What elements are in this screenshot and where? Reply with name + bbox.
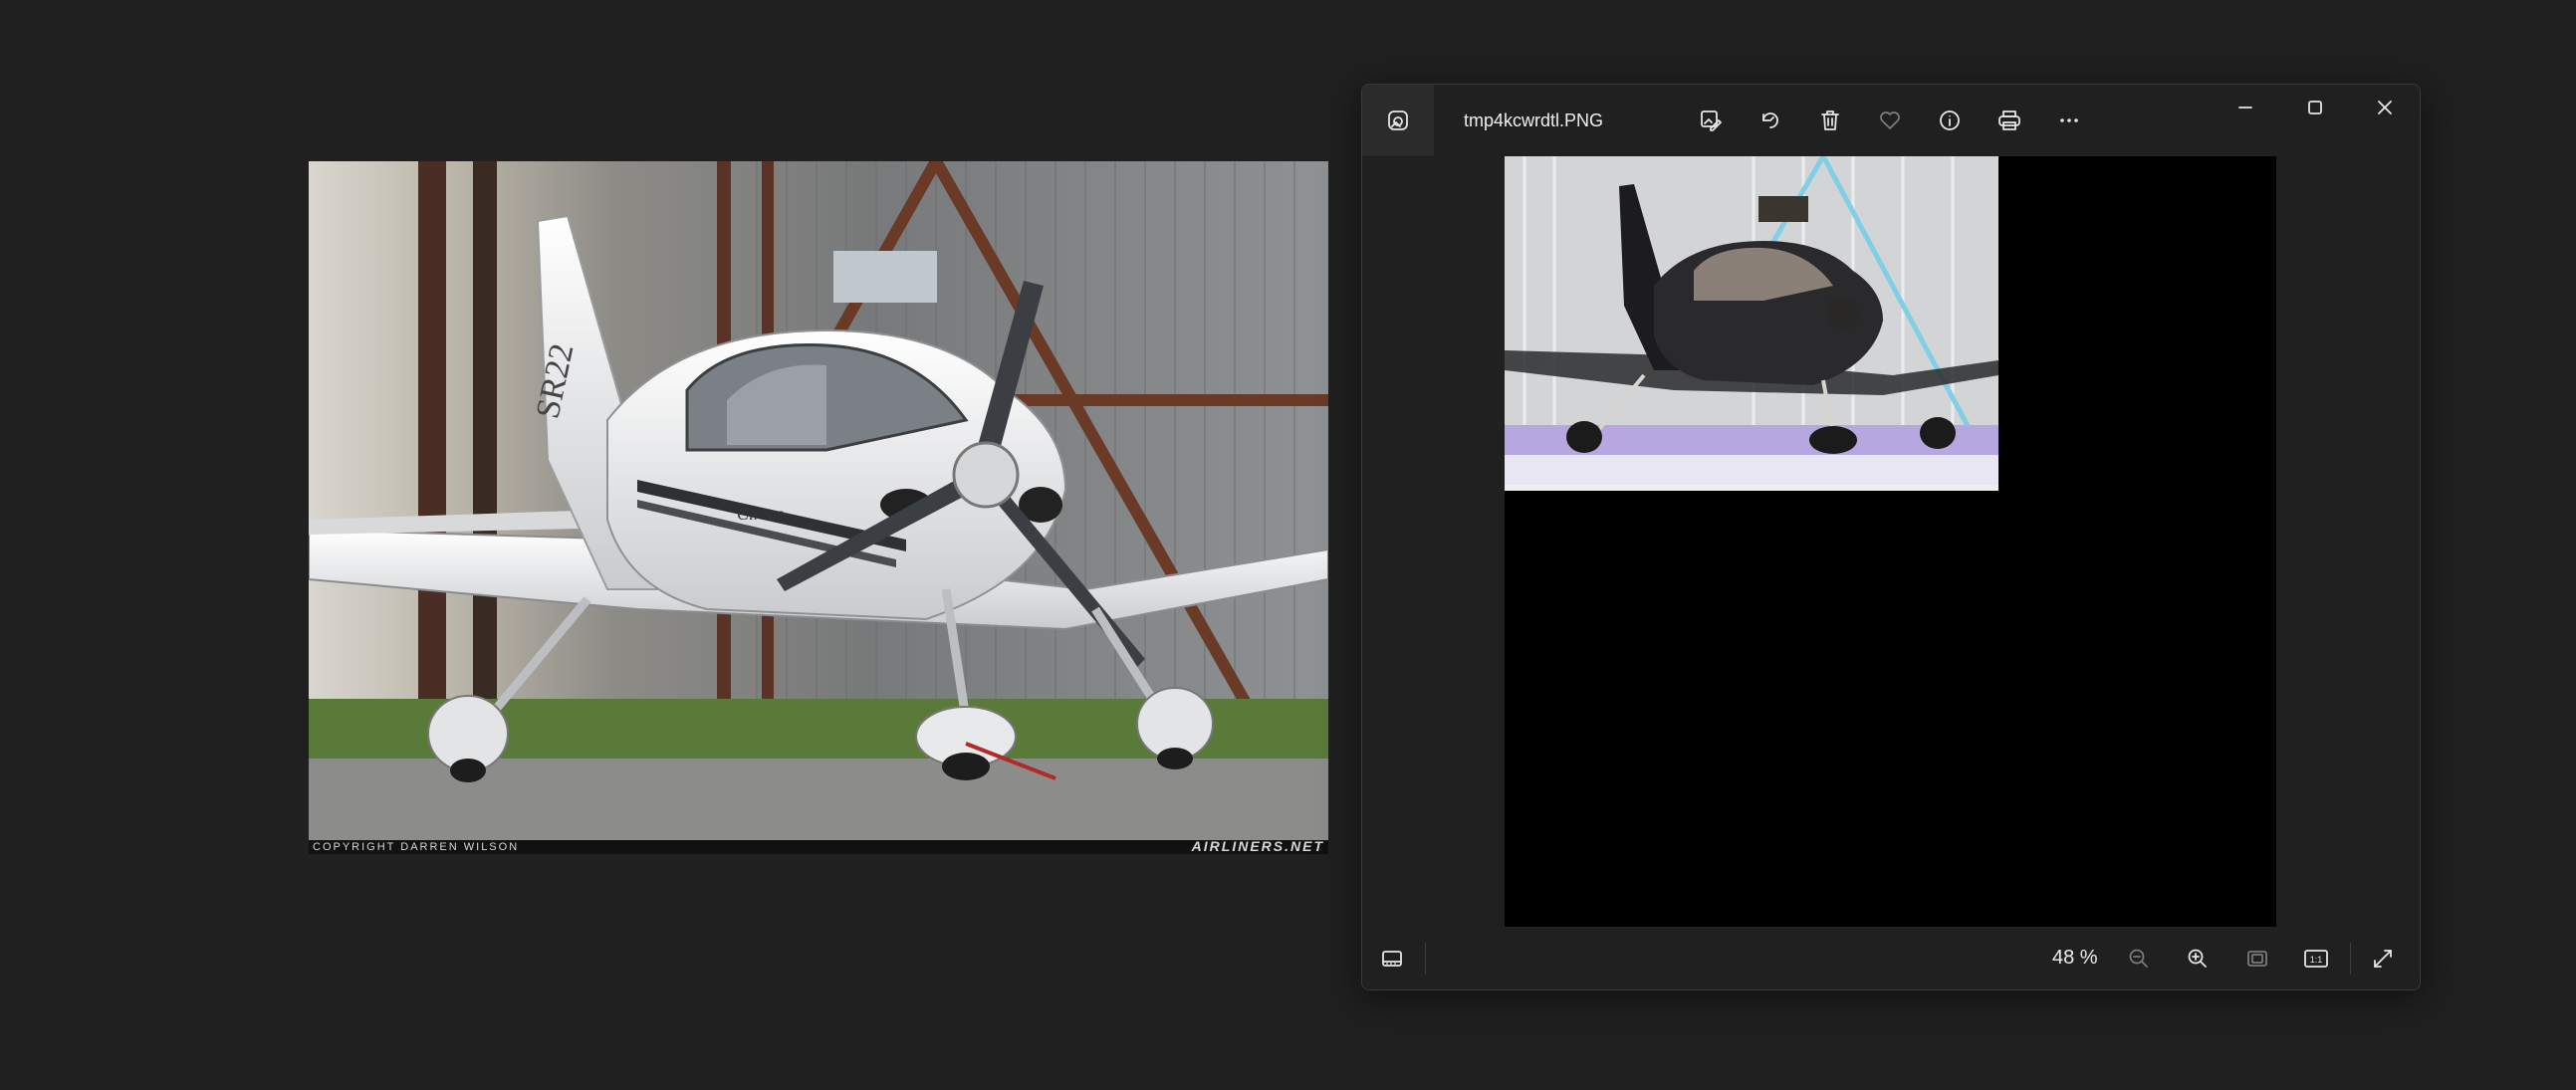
photo-copyright: COPYRIGHT DARREN WILSON: [313, 841, 520, 853]
file-name: tmp4kcwrdtl.PNG: [1464, 110, 1604, 130]
filmstrip-button[interactable]: [1372, 939, 1412, 979]
bottom-separator-right: [2350, 943, 2351, 975]
info-button[interactable]: [1930, 101, 1970, 140]
zoom-out-icon: [2129, 949, 2148, 968]
zoom-in-icon: [2188, 949, 2207, 968]
minimize-icon: [2238, 107, 2252, 109]
close-icon: [2378, 101, 2392, 114]
fit-to-window-icon: [2247, 951, 2267, 967]
actual-size-button[interactable]: 1:1: [2296, 939, 2336, 979]
rotate-icon: [1762, 112, 1778, 128]
favorite-button[interactable]: [1870, 101, 1910, 140]
bottom-separator-left: [1425, 943, 1426, 975]
zoom-out-button[interactable]: [2119, 939, 2159, 979]
maximize-icon: [2308, 101, 2322, 114]
close-button[interactable]: [2350, 85, 2420, 130]
photos-app-icon: [1388, 110, 1408, 130]
title-bar: tmp4kcwrdtl.PNG: [1362, 85, 2420, 156]
edit-image-button[interactable]: [1691, 101, 1731, 140]
more-options-button[interactable]: [2049, 101, 2089, 140]
more-icon: [2060, 118, 2078, 122]
desktop-photo: SR22 Cirrus COPYRIGHT DARREN WILSON AIRL…: [309, 161, 1328, 854]
maximize-button[interactable]: [2280, 85, 2350, 130]
delete-icon: [1821, 110, 1839, 130]
image-viewport[interactable]: [1362, 156, 2420, 927]
delete-button[interactable]: [1810, 101, 1850, 140]
filmstrip-icon: [1382, 951, 1402, 967]
airplane-photo: SR22 Cirrus: [309, 161, 1328, 840]
print-button[interactable]: [1990, 101, 2029, 140]
bottom-bar: 48 % 1:1: [1362, 927, 2420, 989]
info-icon: [1940, 110, 1960, 130]
photos-viewer-window: tmp4kcwrdtl.PNG 48 % 1:1: [1361, 84, 2421, 990]
photo-watermark: AIRLINERS.NET: [1191, 838, 1324, 854]
actual-size-icon: 1:1: [2304, 950, 2328, 968]
minimize-button[interactable]: [2211, 85, 2280, 130]
fullscreen-icon: [2374, 950, 2392, 968]
inverted-photo: [1505, 156, 1998, 491]
zoom-level: 48 %: [2052, 947, 2098, 969]
image-canvas: [1505, 156, 2276, 927]
edit-image-icon: [1701, 110, 1722, 131]
actual-size-label: 1:1: [2310, 955, 2323, 965]
fuselage-marking: Cirrus: [737, 504, 784, 524]
zoom-in-button[interactable]: [2178, 939, 2218, 979]
heart-icon: [1880, 111, 1900, 129]
photo-caption-bar: COPYRIGHT DARREN WILSON AIRLINERS.NET: [309, 838, 1328, 854]
app-icon-tab[interactable]: [1362, 85, 1434, 156]
fit-to-window-button[interactable]: [2237, 939, 2277, 979]
inverted-airplane-image: [1505, 156, 1998, 491]
rotate-button[interactable]: [1751, 101, 1790, 140]
fullscreen-button[interactable]: [2363, 939, 2403, 979]
print-icon: [1998, 110, 2020, 130]
